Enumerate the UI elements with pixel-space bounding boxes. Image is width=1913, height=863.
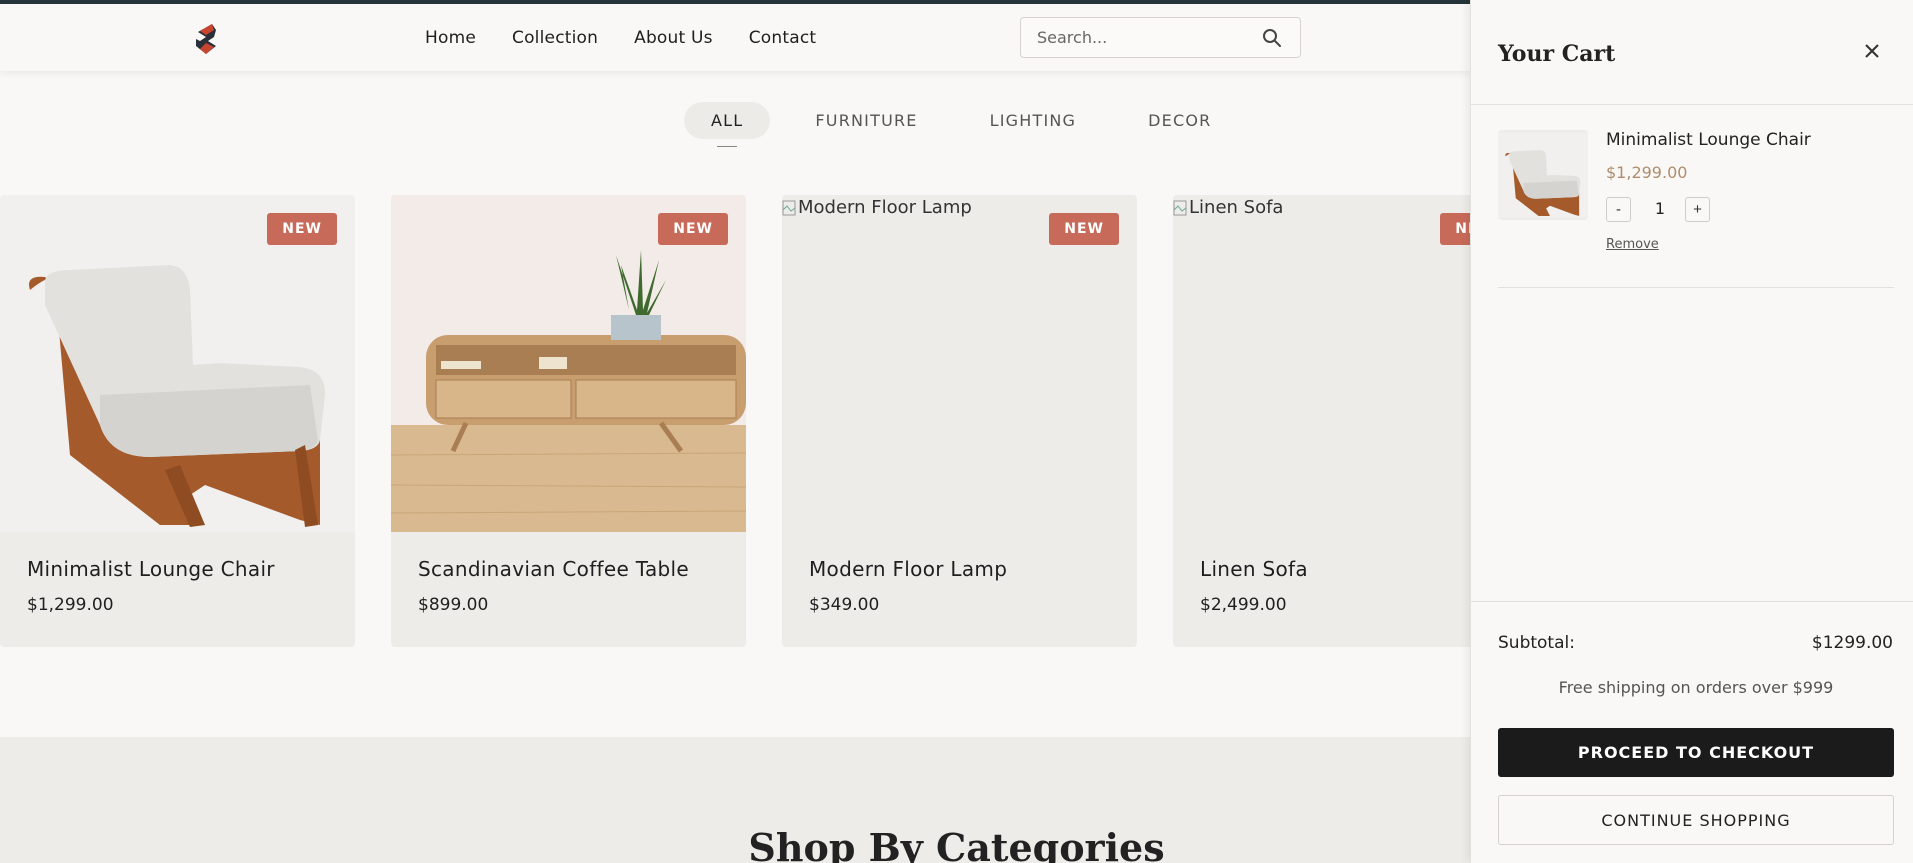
cart-item-thumbnail [1498, 130, 1588, 220]
filter-lighting[interactable]: LIGHTING [963, 102, 1104, 139]
cart-title: Your Cart [1498, 41, 1616, 67]
product-price: $2,499.00 [1200, 595, 1287, 615]
new-badge: NEW [267, 213, 337, 245]
filter-all[interactable]: ALL [684, 102, 771, 139]
divider [1471, 601, 1913, 602]
search-input[interactable] [1037, 28, 1247, 47]
cart-drawer: Your Cart Minimalist Lounge Chair $1,299… [1470, 0, 1913, 863]
image-alt-text: Linen Sofa [1189, 197, 1284, 218]
coffee-table-image [391, 195, 746, 532]
categories-section: Shop By Categories [0, 737, 1470, 863]
close-icon[interactable] [1863, 42, 1881, 60]
shipping-note: Free shipping on orders over $999 [1558, 678, 1834, 697]
quantity-increment-button[interactable]: + [1685, 197, 1710, 222]
product-name[interactable]: Modern Floor Lamp [809, 557, 1007, 581]
lounge-chair-image [0, 195, 355, 532]
checkout-button[interactable]: PROCEED TO CHECKOUT [1498, 728, 1894, 777]
lounge-chair-thumbnail [1498, 132, 1588, 218]
product-name[interactable]: Scandinavian Coffee Table [418, 557, 689, 581]
new-badge: NEW [1049, 213, 1119, 245]
cart-item-name[interactable]: Minimalist Lounge Chair [1606, 130, 1811, 150]
continue-shopping-button[interactable]: CONTINUE SHOPPING [1498, 795, 1894, 845]
filter-decor[interactable]: DECOR [1121, 102, 1238, 139]
divider [1498, 287, 1894, 288]
broken-image: Linen Sofa [1173, 197, 1283, 218]
product-card[interactable]: NEW Scandinavian Coffee Table $899.00 [391, 195, 746, 647]
broken-image: Modern Floor Lamp [782, 197, 972, 218]
broken-image-icon [1173, 200, 1187, 215]
product-name[interactable]: Minimalist Lounge Chair [27, 557, 275, 581]
product-price: $349.00 [809, 595, 880, 615]
remove-link[interactable]: Remove [1606, 237, 1659, 252]
nav-home[interactable]: Home [425, 28, 476, 48]
new-badge: NEW [658, 213, 728, 245]
product-price: $899.00 [418, 595, 489, 615]
filter-furniture[interactable]: FURNITURE [788, 102, 944, 139]
product-grid: NEW Minimalist Lounge Chair $1,299.00 NE… [0, 195, 1528, 647]
category-filters: ALL FURNITURE LIGHTING DECOR [684, 102, 1256, 139]
quantity-decrement-button[interactable]: - [1606, 197, 1631, 222]
subtotal-value: $1299.00 [1811, 633, 1893, 653]
broken-image-icon [782, 200, 796, 215]
subtotal-label: Subtotal: [1498, 633, 1575, 653]
main-nav: Home Collection About Us Contact [425, 28, 852, 48]
image-alt-text: Modern Floor Lamp [798, 197, 972, 218]
product-price: $1,299.00 [27, 595, 114, 615]
quantity-value: 1 [1654, 199, 1666, 218]
divider [1471, 104, 1913, 105]
product-card[interactable]: Modern Floor Lamp NEW Modern Floor Lamp … [782, 195, 1137, 647]
cart-item-price: $1,299.00 [1606, 163, 1688, 182]
product-name[interactable]: Linen Sofa [1200, 557, 1308, 581]
nav-about-us[interactable]: About Us [634, 28, 713, 48]
nav-contact[interactable]: Contact [749, 28, 817, 48]
brand-logo[interactable] [192, 22, 220, 56]
product-card[interactable]: NEW Minimalist Lounge Chair $1,299.00 [0, 195, 355, 647]
search-box [1020, 17, 1301, 58]
search-icon[interactable] [1262, 28, 1282, 48]
nav-collection[interactable]: Collection [512, 28, 598, 48]
